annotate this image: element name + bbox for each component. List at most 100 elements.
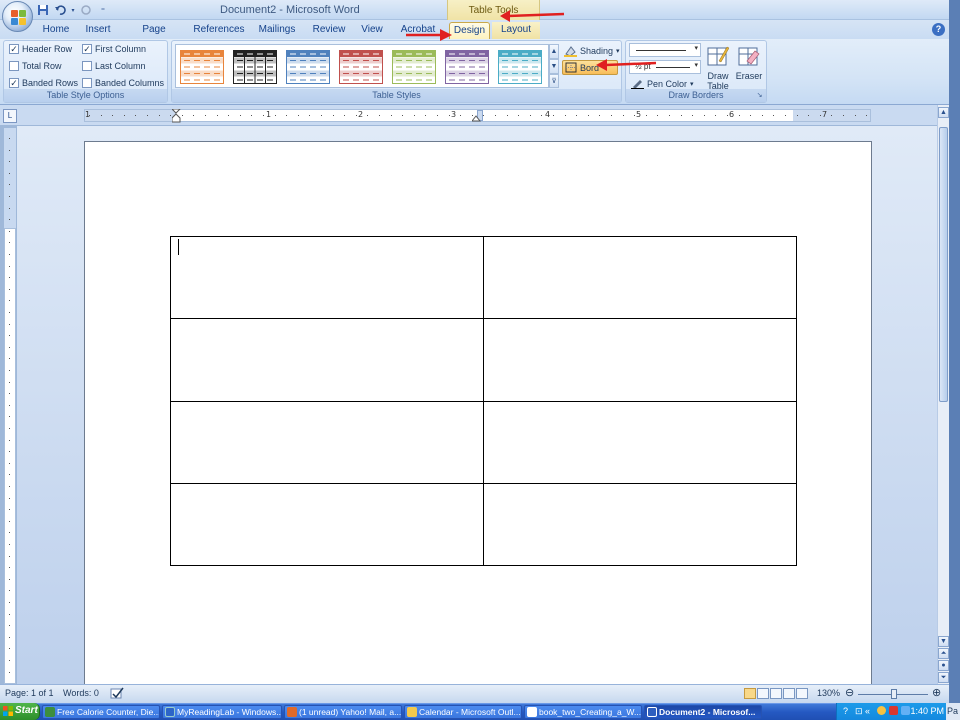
table-cell[interactable] bbox=[483, 482, 797, 567]
tray-network-icon[interactable] bbox=[901, 706, 910, 715]
clock[interactable]: 1:40 PM bbox=[910, 703, 944, 719]
table-style-thumbnail[interactable] bbox=[445, 50, 489, 84]
table-style-thumbnail[interactable] bbox=[392, 50, 436, 84]
taskbar-item[interactable]: MyReadingLab - Windows... bbox=[162, 705, 282, 719]
table-cell[interactable] bbox=[170, 400, 484, 484]
previous-page-icon[interactable]: ⏶ bbox=[938, 648, 949, 659]
ribbon-tabs: Home Insert Page Layout References Maili… bbox=[0, 20, 960, 51]
gallery-more-icon[interactable]: ⊽ bbox=[549, 74, 559, 88]
banded-rows-checkbox[interactable]: ✓ Banded Rows bbox=[9, 78, 78, 88]
tab-design[interactable]: Design bbox=[449, 22, 490, 39]
ruler-tick bbox=[414, 115, 415, 116]
table-style-thumbnail[interactable] bbox=[180, 50, 224, 84]
tab-page-layout[interactable]: Page Layout bbox=[126, 22, 182, 51]
taskbar-item[interactable]: (1 unread) Yahoo! Mail, a... bbox=[284, 705, 402, 719]
total-row-checkbox[interactable]: Total Row bbox=[9, 61, 62, 71]
table-cell[interactable] bbox=[170, 235, 484, 320]
eraser-button[interactable]: Eraser bbox=[734, 45, 764, 81]
office-button[interactable] bbox=[2, 1, 33, 32]
tab-home[interactable]: Home bbox=[40, 22, 72, 39]
proofing-icon[interactable] bbox=[110, 687, 124, 700]
taskbar-item[interactable]: Calendar - Microsoft Outl... bbox=[404, 705, 522, 719]
table-cell[interactable] bbox=[170, 482, 484, 567]
tray-app-icon[interactable] bbox=[889, 706, 898, 715]
tab-view[interactable]: View bbox=[358, 22, 386, 39]
customize-qat-icon[interactable]: ⁼ bbox=[96, 3, 110, 17]
zoom-level[interactable]: 130% bbox=[817, 688, 840, 698]
page-count[interactable]: Page: 1 of 1 bbox=[5, 688, 54, 698]
right-indent-marker-icon[interactable] bbox=[472, 114, 481, 122]
tab-insert[interactable]: Insert bbox=[82, 22, 114, 39]
gallery-down-icon[interactable]: ▼ bbox=[549, 59, 559, 74]
zoom-out-icon[interactable]: ⊖ bbox=[845, 686, 854, 699]
next-page-icon[interactable]: ⏷ bbox=[938, 672, 949, 683]
scrollbar-thumb[interactable] bbox=[939, 127, 948, 402]
table-style-thumbnail[interactable] bbox=[498, 50, 542, 84]
banded-columns-checkbox[interactable]: Banded Columns bbox=[82, 78, 164, 88]
table-cell[interactable] bbox=[483, 235, 797, 320]
pen-style-dropdown[interactable]: ▾ bbox=[629, 43, 701, 57]
save-icon[interactable] bbox=[36, 3, 50, 17]
tab-selector-icon[interactable]: L bbox=[3, 109, 17, 123]
table-style-thumbnail[interactable] bbox=[286, 50, 330, 84]
table-cell[interactable] bbox=[483, 400, 797, 484]
word-count[interactable]: Words: 0 bbox=[63, 688, 99, 698]
table-cell[interactable] bbox=[170, 318, 484, 402]
full-screen-reading-icon[interactable] bbox=[757, 688, 769, 699]
ruler-tick bbox=[565, 115, 566, 116]
document-page[interactable] bbox=[84, 141, 872, 686]
draft-icon[interactable] bbox=[796, 688, 808, 699]
tray-pin-icon[interactable]: ⊡ bbox=[855, 703, 863, 719]
zoom-slider[interactable] bbox=[858, 689, 928, 699]
table-style-thumbnail[interactable] bbox=[233, 50, 277, 84]
web-layout-icon[interactable] bbox=[770, 688, 782, 699]
draw-table-button[interactable]: Draw Table bbox=[703, 45, 733, 91]
print-layout-icon[interactable] bbox=[744, 688, 756, 699]
tray-app-icon[interactable] bbox=[877, 706, 886, 715]
table-style-thumbnail[interactable] bbox=[339, 50, 383, 84]
document-table[interactable] bbox=[170, 235, 797, 567]
scroll-up-icon[interactable]: ▲ bbox=[938, 107, 949, 118]
ruler-tick bbox=[739, 115, 740, 116]
taskbar-item[interactable]: Free Calorie Counter, Die... bbox=[42, 705, 160, 719]
tab-review[interactable]: Review bbox=[310, 22, 348, 39]
taskbar-item[interactable]: book_two_Creating_a_W... bbox=[524, 705, 642, 719]
first-column-checkbox[interactable]: ✓ First Column bbox=[82, 44, 146, 54]
ruler-tick bbox=[147, 115, 148, 116]
scroll-down-icon[interactable]: ▼ bbox=[938, 636, 949, 647]
table-cell[interactable] bbox=[483, 318, 797, 402]
tray-help-icon[interactable]: ? bbox=[843, 703, 848, 719]
ruler-tick bbox=[112, 115, 113, 116]
ruler-tick bbox=[170, 115, 171, 116]
vertical-scrollbar[interactable]: ▲ ▼ ⏶ ● ⏷ bbox=[937, 105, 949, 684]
taskbar-item-active[interactable]: Document2 - Microsof... bbox=[644, 705, 762, 719]
browse-object-icon[interactable]: ● bbox=[938, 660, 949, 671]
ruler-tick bbox=[599, 115, 600, 116]
tray-expand-icon[interactable]: « bbox=[865, 703, 870, 719]
taskbar-item-label: Document2 - Microsof... bbox=[659, 707, 756, 717]
tab-layout[interactable]: Layout bbox=[492, 22, 540, 39]
outline-icon[interactable] bbox=[783, 688, 795, 699]
zoom-in-icon[interactable]: ⊕ bbox=[932, 686, 941, 699]
header-row-checkbox[interactable]: ✓ Header Row bbox=[9, 44, 72, 54]
horizontal-ruler[interactable]: 1 1 2 3 4 5 6 7 bbox=[84, 109, 871, 123]
vertical-ruler[interactable] bbox=[4, 128, 16, 684]
help-icon[interactable]: ? bbox=[932, 23, 945, 36]
zoom-slider-thumb[interactable] bbox=[891, 689, 897, 699]
redo-icon[interactable] bbox=[79, 3, 93, 17]
dialog-launcher-icon[interactable]: ↘ bbox=[755, 91, 764, 100]
undo-icon[interactable] bbox=[53, 3, 67, 17]
last-column-checkbox[interactable]: Last Column bbox=[82, 61, 146, 71]
gallery-up-icon[interactable]: ▲ bbox=[549, 44, 559, 59]
pen-color-icon bbox=[631, 79, 644, 90]
indent-marker-icon[interactable] bbox=[172, 109, 181, 123]
start-button[interactable]: Start bbox=[0, 703, 40, 720]
tab-references[interactable]: References bbox=[193, 22, 245, 39]
ruler-tick bbox=[9, 358, 10, 359]
ruler-tick bbox=[9, 660, 10, 661]
tab-mailings[interactable]: Mailings bbox=[256, 22, 298, 39]
ruler-tick bbox=[228, 115, 229, 116]
ruler-tick bbox=[9, 556, 10, 557]
undo-dropdown-icon[interactable]: ▾ bbox=[70, 3, 76, 17]
ruler-tick bbox=[553, 115, 554, 116]
